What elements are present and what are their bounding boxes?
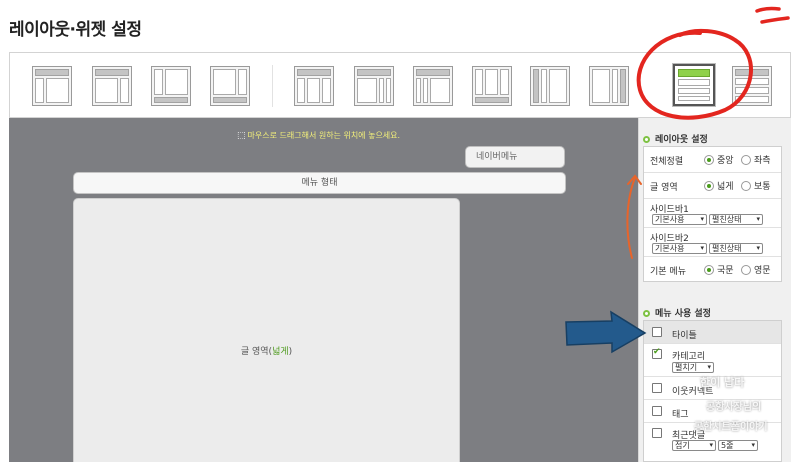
- layout-option-11-selected[interactable]: [673, 64, 715, 106]
- watermark-line3: 공한시트폼이야기: [694, 422, 768, 433]
- menu-item-title[interactable]: 타이틀: [644, 321, 781, 344]
- menu-settings-box: 타이틀 카테고리 펼치기▾ 이웃커넥트 태그 최근댓글 접기▾ 5줄▾: [643, 320, 782, 462]
- cursor-icon: ⬚: [237, 131, 246, 141]
- post-area-label: 글 영역(넓게): [240, 347, 293, 357]
- layout-option-4[interactable]: [210, 66, 250, 106]
- layout-option-5[interactable]: [294, 66, 334, 106]
- sidebar1-use-select[interactable]: 기본사용 ▾: [652, 214, 707, 225]
- navbar-menu-widget[interactable]: 네이버메뉴: [465, 146, 565, 168]
- align-row: 전체정렬 중앙 좌측: [644, 147, 781, 173]
- sidebar2-use-select[interactable]: 기본사용 ▾: [652, 243, 707, 254]
- menu-korean-radio[interactable]: 국문: [704, 263, 734, 276]
- sidebar2-state-select[interactable]: 펼친상태 ▾: [709, 243, 763, 254]
- menu-item-category[interactable]: 카테고리 펼치기▾: [644, 344, 781, 377]
- layout-option-1[interactable]: [32, 66, 72, 106]
- menu-settings-title: 메뉴 사용 설정: [643, 306, 711, 319]
- watermark-line2: 공항사장님의: [706, 402, 762, 413]
- align-left-radio[interactable]: 좌측: [741, 153, 771, 166]
- post-area-wide-radio[interactable]: 넓게: [704, 179, 734, 192]
- red-dash-annotation: [760, 16, 790, 24]
- sidebar2-row: 사이드바2 기본사용 ▾ 펼친상태 ▾: [644, 228, 781, 257]
- page-title: 레이아웃·위젯 설정: [9, 20, 142, 40]
- menu-bar-widget[interactable]: 메뉴 형태: [73, 172, 566, 194]
- layout-option-7[interactable]: [413, 66, 453, 106]
- bullet-icon: [643, 136, 650, 143]
- recent-comments-lines-select[interactable]: 5줄 ▾: [718, 440, 758, 451]
- red-dash-annotation: [755, 6, 781, 13]
- post-area[interactable]: 글 영역(넓게): [73, 198, 460, 462]
- layout-selector: [9, 52, 791, 118]
- align-center-radio[interactable]: 중앙: [704, 153, 734, 166]
- drag-hint: ⬚ 마우스로 드래그해서 원하는 위치에 놓으세요.: [237, 131, 401, 141]
- layout-option-2[interactable]: [92, 66, 132, 106]
- title-checkbox[interactable]: [652, 327, 662, 337]
- category-checkbox[interactable]: [652, 347, 662, 359]
- layout-settings-box: 전체정렬 중앙 좌측 글 영역 넓게 보통 사이드바1 기본사용 ▾ 펼친상태 ▾ …: [643, 146, 782, 282]
- post-area-normal-radio[interactable]: 보통: [741, 179, 771, 192]
- layout-preview-canvas: ⬚ 마우스로 드래그해서 원하는 위치에 놓으세요. 네이버메뉴 메뉴 형태 글 …: [9, 118, 638, 462]
- post-area-row: 글 영역 넓게 보통: [644, 173, 781, 199]
- layout-option-3[interactable]: [151, 66, 191, 106]
- recent-comments-fold-select[interactable]: 접기 ▾: [672, 440, 716, 451]
- sidebar1-row: 사이드바1 기본사용 ▾ 펼친상태 ▾: [644, 199, 781, 228]
- sidebar1-state-select[interactable]: 펼친상태 ▾: [709, 214, 763, 225]
- category-expand-select[interactable]: 펼치기 ▾: [672, 362, 714, 373]
- neighbor-connect-checkbox[interactable]: [652, 383, 662, 393]
- layout-option-12[interactable]: [732, 66, 772, 106]
- watermark-line1: 한이 납다: [700, 376, 745, 389]
- recent-comments-checkbox[interactable]: [652, 428, 662, 438]
- bullet-icon: [643, 310, 650, 317]
- layout-option-8[interactable]: [472, 66, 512, 106]
- layout-option-10[interactable]: [589, 66, 629, 106]
- tag-checkbox[interactable]: [652, 406, 662, 416]
- layout-option-9[interactable]: [530, 66, 570, 106]
- default-menu-row: 기본 메뉴 국문 영문: [644, 257, 781, 281]
- menu-english-radio[interactable]: 영문: [741, 263, 771, 276]
- layout-settings-title: 레이아웃 설정: [643, 132, 708, 145]
- layout-option-6[interactable]: [354, 66, 394, 106]
